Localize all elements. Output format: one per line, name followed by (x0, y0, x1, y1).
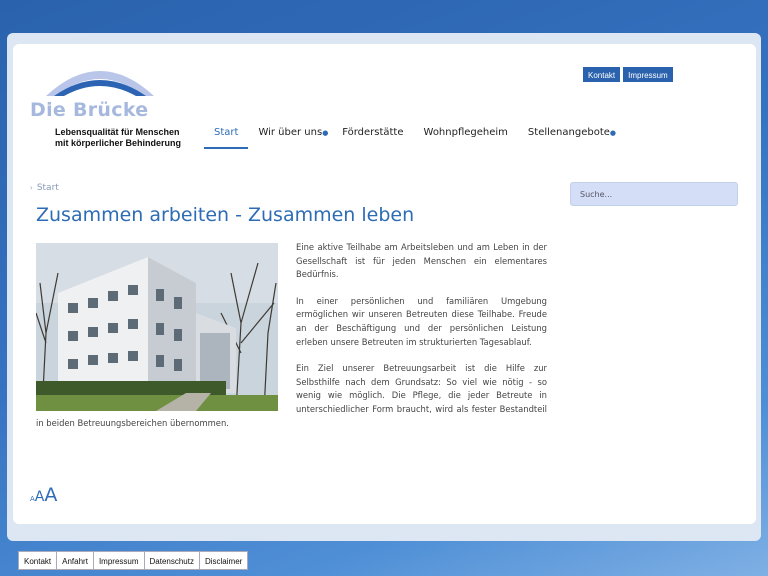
nav-item-foerderstaette[interactable]: Förderstätte (332, 123, 413, 149)
top-link-impressum[interactable]: Impressum (622, 66, 674, 83)
top-links: Kontakt Impressum (582, 66, 674, 83)
nav-item-stellenangebote[interactable]: Stellenangebote ● (518, 123, 620, 149)
nav-item-start[interactable]: Start (204, 123, 249, 149)
tagline-line-1: Lebensqualität für Menschen (55, 127, 180, 137)
nav-item-label: Stellenangebote (527, 127, 610, 138)
top-link-kontakt[interactable]: Kontakt (582, 66, 622, 83)
footer-link-datenschutz[interactable]: Datenschutz (143, 551, 199, 570)
submenu-dot-icon: ● (609, 129, 617, 137)
logo-tagline: Lebensqualität für Menschen mit körperli… (55, 127, 181, 149)
intro-text: Eine aktive Teilhabe am Arbeitsleben und… (36, 241, 547, 443)
footer-link-impressum[interactable]: Impressum (92, 551, 144, 570)
breadcrumb-arrow-icon: › (30, 184, 33, 192)
font-size-controls: AAA (30, 484, 57, 506)
footer-link-anfahrt[interactable]: Anfahrt (56, 551, 93, 570)
font-size-large-button[interactable]: A (44, 484, 57, 506)
nav-item-wohnpflegeheim[interactable]: Wohnpflegeheim (414, 123, 518, 149)
page-title: Zusammen arbeiten - Zusammen leben (36, 204, 415, 226)
main-nav: Start Wir über uns ● Förderstätte Wohnpfl… (204, 123, 620, 149)
font-size-medium-button[interactable]: A (35, 489, 45, 505)
nav-item-label: Wir über uns (258, 127, 323, 138)
breadcrumb-item-start[interactable]: Start (37, 183, 59, 193)
breadcrumb: › Start (30, 183, 59, 193)
tagline-line-2: mit körperlicher Behinderung (55, 138, 182, 148)
search-input[interactable] (570, 182, 738, 206)
site-logo[interactable]: Die Brücke Lebensqualität für Menschen m… (30, 56, 181, 151)
logo-name: Die Brücke (30, 99, 149, 121)
page-container: Die Brücke Lebensqualität für Menschen m… (13, 44, 756, 524)
submenu-dot-icon: ● (322, 129, 329, 137)
bridge-logo-icon (46, 71, 154, 96)
nav-item-wir-ueber-uns[interactable]: Wir über uns ● (248, 123, 332, 149)
footer-links: Kontakt Anfahrt Impressum Datenschutz Di… (18, 551, 249, 570)
footer-link-disclaimer[interactable]: Disclaimer (198, 551, 249, 570)
footer-link-kontakt[interactable]: Kontakt (18, 551, 57, 570)
